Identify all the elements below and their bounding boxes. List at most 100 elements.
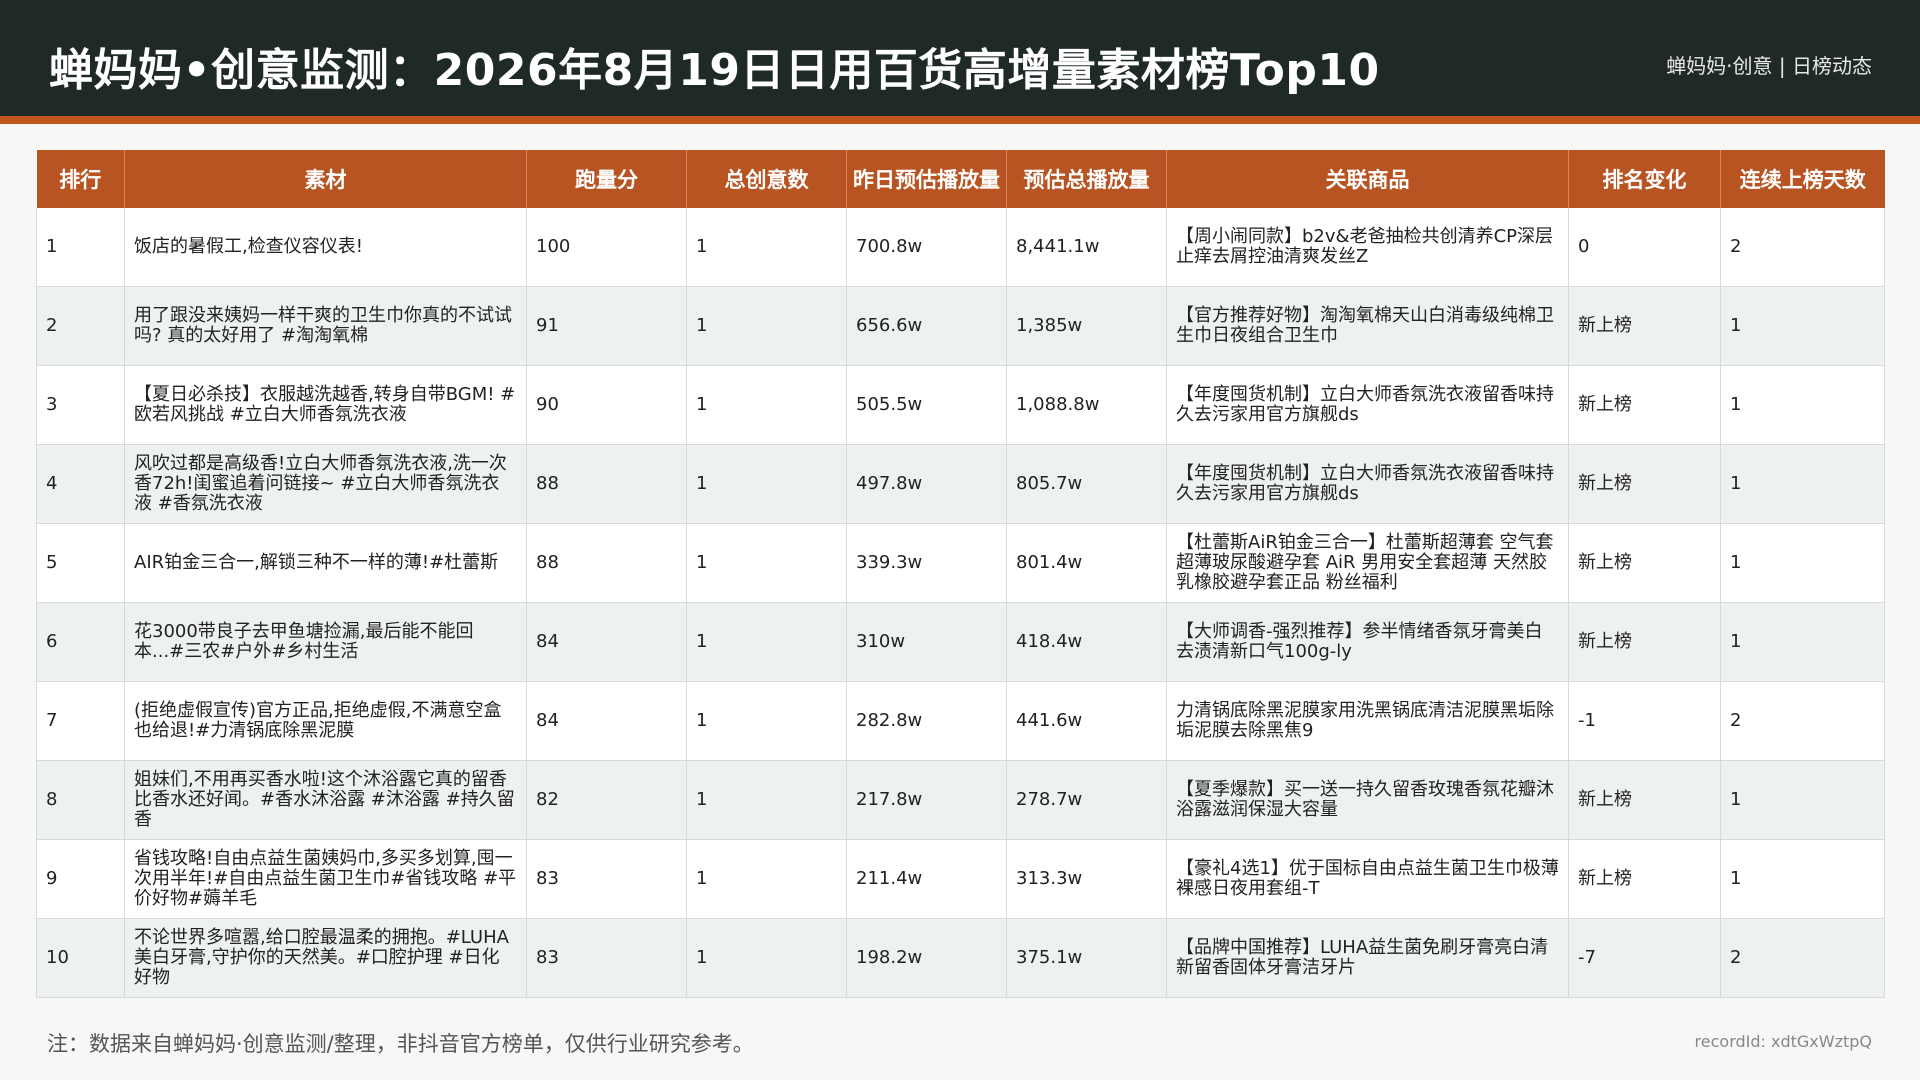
cell-rank-change: -7 [1568,918,1721,998]
cell-consecutive-days: 1 [1720,760,1885,840]
cell-total-plays: 1,088.8w [1006,365,1167,445]
header-subtitle: 蝉妈妈·创意 | 日榜动态 [1666,54,1872,78]
cell-total-creatives: 1 [686,602,847,682]
table-body: 1 饭店的暑假工,检查仪容仪表! 100 1 700.8w 8,441.1w 【周小闹同款】… [36,208,1885,998]
table-row: 8 姐妹们,不用再买香水啦!这个沐浴露它真的留香比香水还好闻。#香水沐浴露 #沐浴… [36,760,1885,840]
cell-rank: 6 [36,602,125,682]
cell-yesterday-plays: 211.4w [846,839,1007,919]
cell-rank: 3 [36,365,125,445]
cell-rank-change: 新上榜 [1568,839,1721,919]
cell-yesterday-plays: 656.6w [846,286,1007,366]
table-row: 6 花3000带良子去甲鱼塘捡漏,最后能不能回本...#三农#户外#乡村生活 84 1… [36,602,1885,682]
cell-consecutive-days: 1 [1720,286,1885,366]
cell-material: (拒绝虚假宣传)官方正品,拒绝虚假,不满意空盒也给退!#力清锅底除黑泥膜 [124,681,527,761]
table-row: 4 风吹过都是高级香!立白大师香氛洗衣液,洗一次香72h!闺蜜追着问链接~ #立白… [36,444,1885,524]
cell-total-plays: 8,441.1w [1006,208,1167,287]
ranking-table-container: 排行 素材 跑量分 总创意数 昨日预估播放量 预估总播放量 关联商品 排名变化 连续上榜天数 1… [36,150,1885,998]
cell-rank: 5 [36,523,125,603]
cell-total-creatives: 1 [686,760,847,840]
table-row: 3 【夏日必杀技】衣服越洗越香,转身自带BGM! #欧若风挑战 #立白大师香氛洗衣… [36,365,1885,445]
cell-run-score: 90 [526,365,687,445]
cell-rank-change: 新上榜 [1568,760,1721,840]
cell-total-creatives: 1 [686,918,847,998]
column-header-yesterday-plays: 昨日预估播放量 [846,150,1007,208]
cell-rank: 4 [36,444,125,524]
cell-total-creatives: 1 [686,681,847,761]
cell-related-product: 【夏季爆款】买一送一持久留香玫瑰香氛花瓣沐浴露滋润保湿大容量 [1166,760,1569,840]
cell-yesterday-plays: 217.8w [846,760,1007,840]
cell-rank-change: -1 [1568,681,1721,761]
cell-total-plays: 313.3w [1006,839,1167,919]
page-title: 蝉妈妈•创意监测：2026年8月19日日用百货高增量素材榜Top10 [49,45,1380,96]
cell-yesterday-plays: 505.5w [846,365,1007,445]
cell-related-product: 力清锅底除黑泥膜家用洗黑锅底清洁泥膜黑垢除垢泥膜去除黑焦9 [1166,681,1569,761]
cell-related-product: 【豪礼4选1】优于国标自由点益生菌卫生巾极薄裸感日夜用套组-T [1166,839,1569,919]
cell-consecutive-days: 1 [1720,839,1885,919]
cell-rank: 2 [36,286,125,366]
column-header-material: 素材 [124,150,527,208]
cell-related-product: 【官方推荐好物】淘淘氧棉天山白消毒级纯棉卫生巾日夜组合卫生巾 [1166,286,1569,366]
cell-run-score: 88 [526,444,687,524]
column-header-related-product: 关联商品 [1166,150,1569,208]
column-header-rank: 排行 [36,150,125,208]
table-row: 2 用了跟没来姨妈一样干爽的卫生巾你真的不试试吗? 真的太好用了 #淘淘氧棉 91 1… [36,286,1885,366]
cell-rank: 10 [36,918,125,998]
cell-material: 花3000带良子去甲鱼塘捡漏,最后能不能回本...#三农#户外#乡村生活 [124,602,527,682]
cell-run-score: 88 [526,523,687,603]
ranking-table: 排行 素材 跑量分 总创意数 昨日预估播放量 预估总播放量 关联商品 排名变化 连续上榜天数 1… [36,150,1885,998]
cell-total-plays: 805.7w [1006,444,1167,524]
record-id: recordId: xdtGxWztpQ [1694,1032,1872,1051]
cell-material: 姐妹们,不用再买香水啦!这个沐浴露它真的留香比香水还好闻。#香水沐浴露 #沐浴露… [124,760,527,840]
cell-related-product: 【杜蕾斯AiR铂金三合一】杜蕾斯超薄套 空气套 超薄玻尿酸避孕套 AiR 男用安… [1166,523,1569,603]
cell-consecutive-days: 1 [1720,365,1885,445]
cell-yesterday-plays: 198.2w [846,918,1007,998]
table-row: 5 AIR铂金三合一,解锁三种不一样的薄!#杜蕾斯 88 1 339.3w 801.4w 【… [36,523,1885,603]
cell-total-creatives: 1 [686,444,847,524]
table-row: 10 不论世界多喧嚣,给口腔最温柔的拥抱。#LUHA美白牙膏,守护你的天然美。#口… [36,918,1885,998]
cell-related-product: 【年度囤货机制】立白大师香氛洗衣液留香味持久去污家用官方旗舰ds [1166,365,1569,445]
cell-run-score: 84 [526,602,687,682]
cell-material: 省钱攻略!自由点益生菌姨妈巾,多买多划算,囤一次用半年!#自由点益生菌卫生巾#省… [124,839,527,919]
cell-rank-change: 新上榜 [1568,523,1721,603]
table-row: 9 省钱攻略!自由点益生菌姨妈巾,多买多划算,囤一次用半年!#自由点益生菌卫生巾#… [36,839,1885,919]
cell-rank: 1 [36,208,125,287]
cell-rank: 9 [36,839,125,919]
cell-run-score: 100 [526,208,687,287]
cell-total-plays: 1,385w [1006,286,1167,366]
cell-yesterday-plays: 310w [846,602,1007,682]
column-header-total-plays: 预估总播放量 [1006,150,1167,208]
cell-run-score: 83 [526,839,687,919]
cell-rank: 7 [36,681,125,761]
cell-rank-change: 新上榜 [1568,444,1721,524]
cell-related-product: 【大师调香-强烈推荐】参半情绪香氛牙膏美白去渍清新口气100g-ly [1166,602,1569,682]
cell-yesterday-plays: 282.8w [846,681,1007,761]
cell-total-creatives: 1 [686,839,847,919]
cell-total-creatives: 1 [686,365,847,445]
table-header-row: 排行 素材 跑量分 总创意数 昨日预估播放量 预估总播放量 关联商品 排名变化 连续上榜天数 [36,150,1885,208]
cell-material: AIR铂金三合一,解锁三种不一样的薄!#杜蕾斯 [124,523,527,603]
cell-rank: 8 [36,760,125,840]
cell-total-plays: 801.4w [1006,523,1167,603]
cell-yesterday-plays: 700.8w [846,208,1007,287]
cell-consecutive-days: 2 [1720,681,1885,761]
cell-total-creatives: 1 [686,523,847,603]
column-header-total-creatives: 总创意数 [686,150,847,208]
cell-rank-change: 新上榜 [1568,365,1721,445]
header-accent-bar [0,116,1920,124]
cell-total-creatives: 1 [686,208,847,287]
page-header: 蝉妈妈•创意监测：2026年8月19日日用百货高增量素材榜Top10 蝉妈妈·创… [0,0,1920,116]
cell-related-product: 【品牌中国推荐】LUHA益生菌免刷牙膏亮白清新留香固体牙膏洁牙片 [1166,918,1569,998]
column-header-run-score: 跑量分 [526,150,687,208]
column-header-consecutive-days: 连续上榜天数 [1720,150,1885,208]
cell-run-score: 91 [526,286,687,366]
cell-consecutive-days: 1 [1720,523,1885,603]
cell-rank-change: 新上榜 [1568,286,1721,366]
cell-consecutive-days: 2 [1720,918,1885,998]
cell-yesterday-plays: 497.8w [846,444,1007,524]
cell-material: 【夏日必杀技】衣服越洗越香,转身自带BGM! #欧若风挑战 #立白大师香氛洗衣液 [124,365,527,445]
cell-related-product: 【周小闹同款】b2v&老爸抽检共创清养CP深层止痒去屑控油清爽发丝Z [1166,208,1569,287]
cell-consecutive-days: 1 [1720,444,1885,524]
cell-total-plays: 418.4w [1006,602,1167,682]
cell-run-score: 84 [526,681,687,761]
cell-total-plays: 278.7w [1006,760,1167,840]
